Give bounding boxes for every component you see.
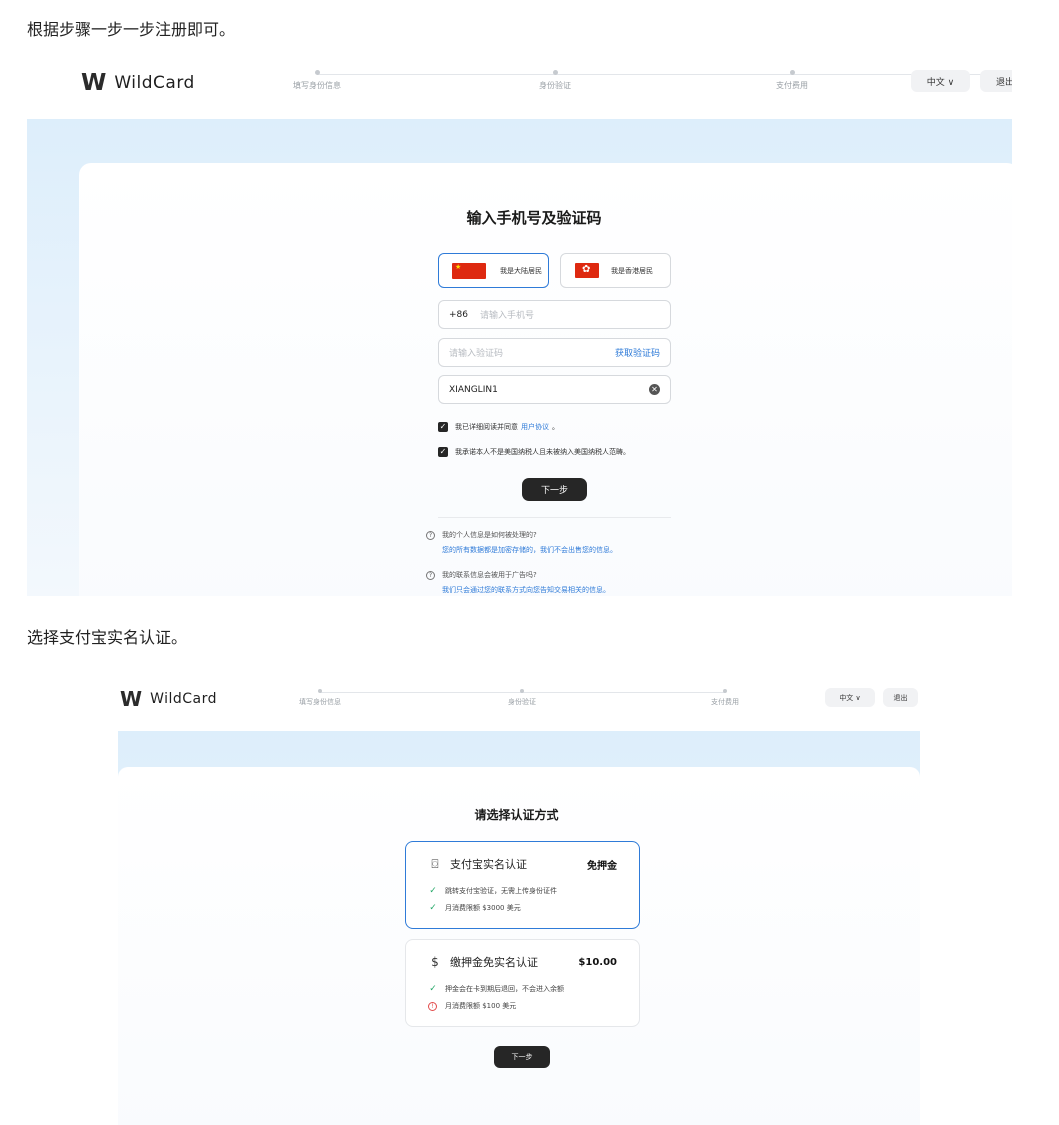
logo-mark: W (120, 687, 142, 711)
step-fill-info: 填写身份信息 (293, 70, 341, 91)
option-warning: ! 月消费限额 $100 美元 (428, 1001, 516, 1011)
language-selector[interactable]: 中文 ∨ (825, 688, 875, 707)
hongkong-flag-icon (575, 263, 599, 278)
top-bar: W WildCard 填写身份信息 身份验证 支付费用 中文 ∨ 退出 (27, 56, 1012, 119)
next-button[interactable]: 下一步 (522, 478, 587, 501)
progress-steps: 填写身份信息 身份验证 支付费用 (287, 70, 1012, 100)
step-verify: 身份验证 (508, 689, 536, 707)
residency-mainland-option[interactable]: 我是大陆居民 (438, 253, 549, 288)
faq-divider (438, 517, 671, 518)
code-placeholder: 请输入验证码 (449, 349, 504, 359)
screenshot-phone-verification: W WildCard 填写身份信息 身份验证 支付费用 中文 ∨ 退出 输入手机… (27, 56, 1012, 596)
logo-text: WildCard (150, 691, 218, 707)
check-icon: ✓ (429, 886, 437, 896)
faq-answer: 我们只会通过您的联系方式向您告知交易相关的信息。 (442, 586, 610, 594)
clear-icon[interactable]: ✕ (649, 384, 660, 395)
option-price: 免押金 (587, 860, 617, 872)
agreement-tax[interactable]: ✓ 我承诺本人不是美国纳税人且未被纳入美国纳税人范畴。 (438, 447, 630, 457)
agreement-tax-text: 我承诺本人不是美国纳税人且未被纳入美国纳税人范畴。 (455, 448, 630, 456)
china-flag-icon (452, 262, 486, 279)
get-code-button[interactable]: 获取验证码 (615, 346, 660, 359)
caption-first: 根据步骤一步一步注册即可。 (27, 20, 236, 39)
method-card: 请选择认证方式 ⌼ 支付宝实名认证 免押金 ✓ 跳转支付宝验证，无需上传身份证件 … (118, 767, 920, 1125)
logo[interactable]: W WildCard (120, 687, 217, 711)
faq-item: ? 我的联系信息会被用于广告吗? 我们只会通过您的联系方式向您告知交易相关的信息。 (426, 570, 610, 595)
option-feature: ✓ 月消费限额 $3000 美元 (429, 903, 521, 913)
phone-placeholder: 请输入手机号 (480, 311, 535, 321)
dollar-icon: $ (431, 955, 439, 969)
residency-hongkong-option[interactable]: 我是香港居民 (560, 253, 671, 288)
agreement-terms-text: 我已详细阅读并同意 (455, 423, 518, 431)
residency-mainland-label: 我是大陆居民 (500, 266, 542, 275)
option-alipay-verification[interactable]: ⌼ 支付宝实名认证 免押金 ✓ 跳转支付宝验证，无需上传身份证件 ✓ 月消费限额 $… (405, 841, 640, 929)
faq-question: 我的个人信息是如何被处理的? (442, 531, 537, 539)
user-agreement-link[interactable]: 用户协议 (521, 422, 549, 432)
caption-second: 选择支付宝实名认证。 (27, 628, 188, 647)
agreement-terms-suffix: 。 (552, 423, 559, 431)
question-icon: ? (426, 570, 435, 580)
option-name: 缴押金免实名认证 (450, 956, 538, 969)
logo-text: WildCard (114, 73, 195, 93)
phone-country-code: +86 (449, 309, 468, 320)
step-payment: 支付费用 (711, 689, 739, 707)
step-fill-info: 填写身份信息 (299, 689, 341, 707)
faq-question: 我的联系信息会被用于广告吗? (442, 571, 537, 579)
faq-item: ? 我的个人信息是如何被处理的? 您的所有数据都是加密存储的，我们不会出售您的信息… (426, 530, 617, 555)
logout-button[interactable]: 退出 (980, 70, 1012, 92)
warning-icon: ! (428, 1001, 437, 1011)
language-selector[interactable]: 中文 ∨ (911, 70, 970, 92)
option-feature: ✓ 押金会在卡到期后退回，不会进入余额 (429, 984, 564, 994)
agreement-terms[interactable]: ✓ 我已详细阅读并同意 用户协议 。 (438, 422, 559, 432)
check-icon: ✓ (429, 984, 437, 994)
screenshot-verification-method: W WildCard 填写身份信息 身份验证 支付费用 中文 ∨ 退出 请选择认… (118, 676, 920, 1125)
step-verify: 身份验证 (539, 70, 571, 91)
checkbox-checked-icon[interactable]: ✓ (438, 447, 448, 457)
logo-mark: W (81, 70, 106, 96)
option-name: 支付宝实名认证 (450, 858, 527, 871)
checkbox-checked-icon[interactable]: ✓ (438, 422, 448, 432)
step-payment: 支付费用 (776, 70, 808, 91)
code-field[interactable]: 请输入验证码 获取验证码 (438, 338, 671, 367)
invite-code-field[interactable]: XIANGLIN1 ✕ (438, 375, 671, 404)
option-deposit-verification[interactable]: $ 缴押金免实名认证 $10.00 ✓ 押金会在卡到期后退回，不会进入余额 ! 月消… (405, 939, 640, 1027)
phone-field[interactable]: +86 请输入手机号 (438, 300, 671, 329)
form-card: 输入手机号及验证码 我是大陆居民 我是香港居民 +86 请输入手机号 请输入验证… (79, 163, 1012, 596)
option-feature: ✓ 跳转支付宝验证，无需上传身份证件 (429, 886, 557, 896)
next-button[interactable]: 下一步 (494, 1046, 550, 1068)
face-scan-icon: ⌼ (431, 856, 439, 871)
logout-button[interactable]: 退出 (883, 688, 918, 707)
page-title: 输入手机号及验证码 (466, 209, 602, 227)
invite-code-value: XIANGLIN1 (449, 384, 498, 395)
option-price: $10.00 (578, 956, 617, 968)
page-title: 请选择认证方式 (474, 808, 559, 822)
question-icon: ? (426, 530, 435, 540)
progress-steps: 填写身份信息 身份验证 支付费用 (290, 689, 750, 715)
top-bar: W WildCard 填写身份信息 身份验证 支付费用 中文 ∨ 退出 (118, 676, 920, 731)
faq-answer: 您的所有数据都是加密存储的，我们不会出售您的信息。 (442, 546, 617, 554)
check-icon: ✓ (429, 903, 437, 913)
residency-hongkong-label: 我是香港居民 (611, 266, 653, 275)
logo[interactable]: W WildCard (81, 70, 195, 96)
